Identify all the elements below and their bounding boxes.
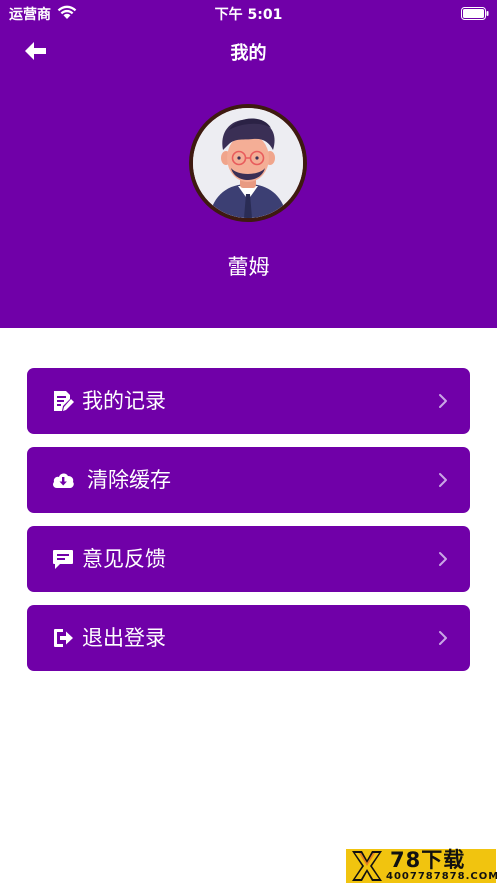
profile-header: 运营商 下午 5:01 我的 蕾姆 bbox=[0, 0, 497, 328]
menu-list: 我的记录 清除缓存 意见反馈 退出登录 bbox=[27, 368, 470, 684]
feedback-message-icon bbox=[53, 550, 73, 569]
status-bar: 运营商 下午 5:01 bbox=[0, 0, 497, 26]
menu-item-logout[interactable]: 退出登录 bbox=[27, 605, 470, 671]
menu-item-label: 意见反馈 bbox=[82, 547, 166, 571]
page-title: 我的 bbox=[230, 43, 267, 64]
menu-item-records[interactable]: 我的记录 bbox=[27, 368, 470, 434]
logout-icon bbox=[54, 629, 73, 647]
chevron-right-icon bbox=[439, 394, 447, 408]
menu-item-clear-cache[interactable]: 清除缓存 bbox=[27, 447, 470, 513]
chevron-right-icon bbox=[439, 631, 447, 645]
battery-icon bbox=[461, 7, 489, 20]
watermark-phone: 4007787878.COM bbox=[386, 871, 497, 882]
x-logo-icon bbox=[352, 851, 382, 881]
menu-item-label: 退出登录 bbox=[82, 626, 166, 650]
chevron-right-icon bbox=[439, 473, 447, 487]
cloud-download-icon bbox=[53, 473, 74, 488]
watermark-logo: 78下载 4007787878.COM bbox=[346, 848, 497, 883]
menu-item-feedback[interactable]: 意见反馈 bbox=[27, 526, 470, 592]
watermark-title: 78下载 bbox=[390, 848, 466, 872]
edit-note-icon bbox=[54, 391, 74, 411]
menu-item-label: 清除缓存 bbox=[87, 468, 171, 492]
avatar-illustration bbox=[193, 108, 303, 218]
chevron-right-icon bbox=[439, 552, 447, 566]
user-name: 蕾姆 bbox=[227, 255, 270, 279]
menu-item-label: 我的记录 bbox=[82, 389, 166, 413]
clock: 下午 5:01 bbox=[214, 7, 283, 23]
avatar[interactable] bbox=[189, 104, 307, 222]
